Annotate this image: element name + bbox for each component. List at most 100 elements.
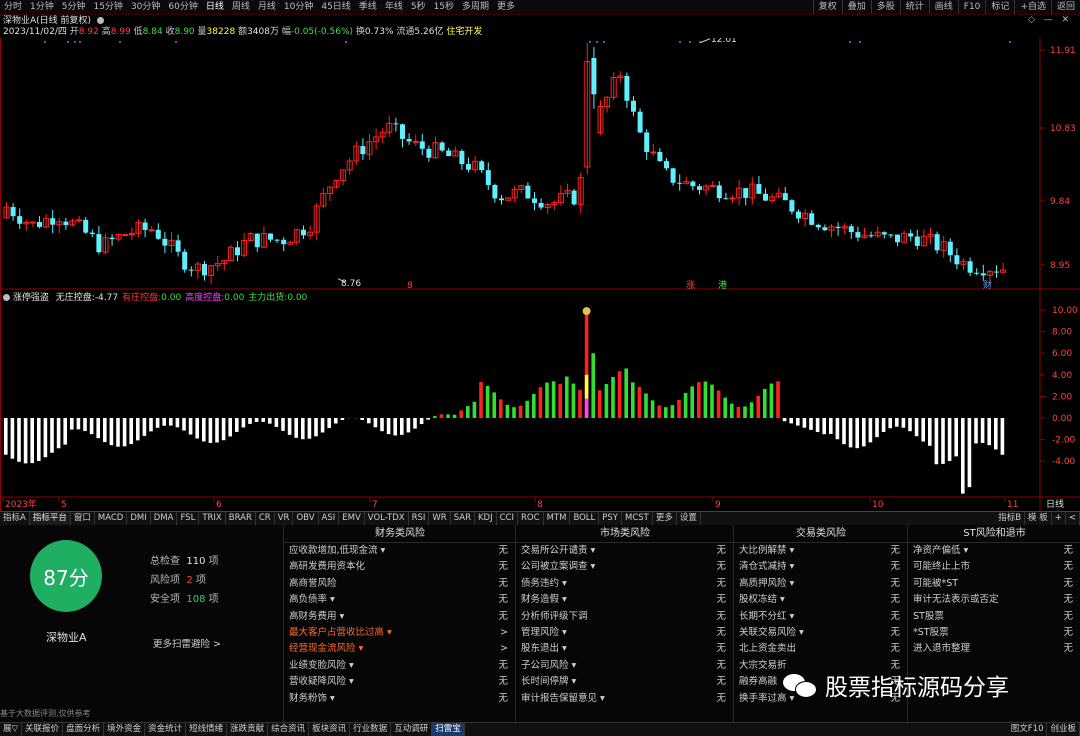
tab-12[interactable]: 年线 [381, 0, 407, 14]
indicator-tab-0[interactable]: 指标A [0, 512, 30, 525]
status-tab-10[interactable]: 互动调研 [391, 723, 432, 736]
concept-tag[interactable]: 住宅开发 [446, 27, 482, 37]
indicator-tab-17[interactable]: SAR [451, 512, 475, 525]
risk-item[interactable]: 高商誉风险无 [284, 576, 516, 592]
indicator-tab-20[interactable]: ROC [518, 512, 544, 525]
risk-item[interactable]: 长期不分红 ▾无 [734, 609, 908, 625]
tab-4[interactable]: 30分钟 [127, 0, 164, 14]
indicator-name[interactable]: 涨停强盗 [13, 293, 49, 303]
risk-item[interactable]: 公司被立案调查 ▾无 [516, 559, 734, 575]
toolbar-button-6[interactable]: 标记 [985, 0, 1014, 14]
risk-item[interactable]: 进入退市整理无 [908, 641, 1080, 657]
indicator-tab-14[interactable]: VOL-TDX [365, 512, 409, 525]
toolbar-button-8[interactable]: 返回 [1051, 0, 1080, 14]
indicator-tab-4[interactable]: DMI [127, 512, 150, 525]
status-tab-0[interactable]: 展▽ [0, 723, 22, 736]
risk-item[interactable]: 高质押风险 ▾无 [734, 576, 908, 592]
collapse-icon[interactable]: ◇ [1028, 15, 1035, 25]
risk-item[interactable]: 债务违约 ▾无 [516, 576, 734, 592]
status-tab-11[interactable]: 扫雷宝 [432, 723, 465, 736]
status-tab-5[interactable]: 短线情绪 [186, 723, 227, 736]
risk-item[interactable]: 高财务费用 ▾无 [284, 609, 516, 625]
risk-item[interactable]: *ST股票无 [908, 625, 1080, 641]
indicator-tab-13[interactable]: EMV [339, 512, 365, 525]
toolbar-button-4[interactable]: 画线 [929, 0, 958, 14]
risk-item[interactable]: 最大客户占营收比过高 ▾> [284, 625, 516, 641]
risk-item[interactable]: 关联交易风险 ▾无 [734, 625, 908, 641]
risk-item[interactable]: ST股票无 [908, 609, 1080, 625]
indicator-tab-12[interactable]: ASI [319, 512, 340, 525]
risk-item[interactable]: 管理风险 ▾无 [516, 625, 734, 641]
tab-1[interactable]: 1分钟 [26, 0, 58, 14]
indicator-tab-8[interactable]: BRAR [226, 512, 256, 525]
tab-16[interactable]: 更多 [493, 0, 519, 14]
tab-14[interactable]: 15秒 [430, 0, 458, 14]
risk-item[interactable]: 财务粉饰 ▾无 [284, 691, 516, 707]
indicator-tab-15[interactable]: RSI [409, 512, 430, 525]
tab-7[interactable]: 周线 [228, 0, 254, 14]
tab-13[interactable]: 5秒 [407, 0, 430, 14]
risk-item[interactable]: 分析师评级下调无 [516, 609, 734, 625]
risk-item[interactable]: 股东退出 ▾无 [516, 641, 734, 657]
indicator-settings-icon[interactable] [3, 294, 10, 301]
indicator-tab-16[interactable]: WR [429, 512, 450, 525]
risk-item[interactable]: 净资产偏低 ▾无 [908, 543, 1080, 559]
more-scan-link[interactable]: 更多扫雷避险 > [153, 636, 221, 650]
risk-item[interactable]: 可能终止上市无 [908, 559, 1080, 575]
tab-2[interactable]: 5分钟 [58, 0, 90, 14]
minimize-icon[interactable]: — [1044, 15, 1053, 25]
status-tab-7[interactable]: 综合资讯 [268, 723, 309, 736]
toolbar-button-0[interactable]: 复权 [813, 0, 842, 14]
indicator-tab-11[interactable]: OBV [293, 512, 318, 525]
risk-item[interactable]: 北上资金卖出无 [734, 641, 908, 657]
tab-6[interactable]: 日线 [202, 0, 228, 14]
indicator-tab-right-1[interactable]: 模 板 [1025, 512, 1052, 525]
toolbar-button-1[interactable]: 叠加 [842, 0, 871, 14]
status-tab-4[interactable]: 资金统计 [145, 723, 186, 736]
risk-item[interactable]: 子公司风险 ▾无 [516, 658, 734, 674]
risk-item[interactable]: 高负债率 ▾无 [284, 592, 516, 608]
status-tab-3[interactable]: 境外资金 [104, 723, 145, 736]
status-tab-1[interactable]: 关联报价 [22, 723, 63, 736]
indicator-tab-21[interactable]: MTM [544, 512, 571, 525]
stock-title[interactable]: 深物业A(日线 前复权) [3, 16, 91, 26]
indicator-tab-9[interactable]: CR [256, 512, 275, 525]
indicator-tab-right-0[interactable]: 指标B [995, 512, 1025, 525]
indicator-tab-6[interactable]: FSL [177, 512, 199, 525]
indicator-tab-2[interactable]: 窗口 [71, 512, 95, 525]
indicator-tab-24[interactable]: MCST [622, 512, 653, 525]
indicator-tab-19[interactable]: CCI [497, 512, 518, 525]
indicator-tab-10[interactable]: VR [275, 512, 294, 525]
tab-0[interactable]: 分时 [0, 0, 26, 14]
indicator-tab-1[interactable]: 指标平台 [30, 512, 71, 525]
status-tab-8[interactable]: 板块资讯 [309, 723, 350, 736]
risk-item[interactable]: 审计无法表示或否定无 [908, 592, 1080, 608]
indicator-tab-22[interactable]: BOLL [570, 512, 599, 525]
risk-item[interactable]: 长时间停牌 ▾无 [516, 674, 734, 690]
risk-item[interactable]: 清仓式减持 ▾无 [734, 559, 908, 575]
kline-chart[interactable]: 11.9110.839.848.9512.018.768涨港财10.008.00… [0, 38, 1080, 511]
indicator-tab-5[interactable]: DMA [151, 512, 178, 525]
close-icon[interactable]: ✕ [1062, 15, 1070, 25]
tab-10[interactable]: 45日线 [317, 0, 354, 14]
risk-item[interactable]: 应收款增加,低现金流 ▾无 [284, 543, 516, 559]
toolbar-button-2[interactable]: 多股 [871, 0, 900, 14]
indicator-tab-right-3[interactable]: < [1066, 512, 1080, 525]
risk-item[interactable]: 营收疑降风险 ▾无 [284, 674, 516, 690]
tab-11[interactable]: 季线 [355, 0, 381, 14]
toolbar-button-3[interactable]: 统计 [900, 0, 929, 14]
status-tab-6[interactable]: 涨跌贡献 [227, 723, 268, 736]
indicator-tab-7[interactable]: TRIX [199, 512, 225, 525]
status-tab-9[interactable]: 行业数据 [350, 723, 391, 736]
indicator-tab-18[interactable]: KDJ [475, 512, 497, 525]
indicator-tab-3[interactable]: MACD [95, 512, 127, 525]
indicator-tab-26[interactable]: 设置 [677, 512, 701, 525]
tab-8[interactable]: 月线 [254, 0, 280, 14]
indicator-tab-right-2[interactable]: + [1052, 512, 1066, 525]
risk-item[interactable]: 高研发费用资本化无 [284, 559, 516, 575]
risk-item[interactable]: 股权冻结 ▾无 [734, 592, 908, 608]
tab-15[interactable]: 多周期 [458, 0, 493, 14]
tab-5[interactable]: 60分钟 [164, 0, 201, 14]
risk-item[interactable]: 可能被*ST无 [908, 576, 1080, 592]
risk-item[interactable]: 财务造假 ▾无 [516, 592, 734, 608]
